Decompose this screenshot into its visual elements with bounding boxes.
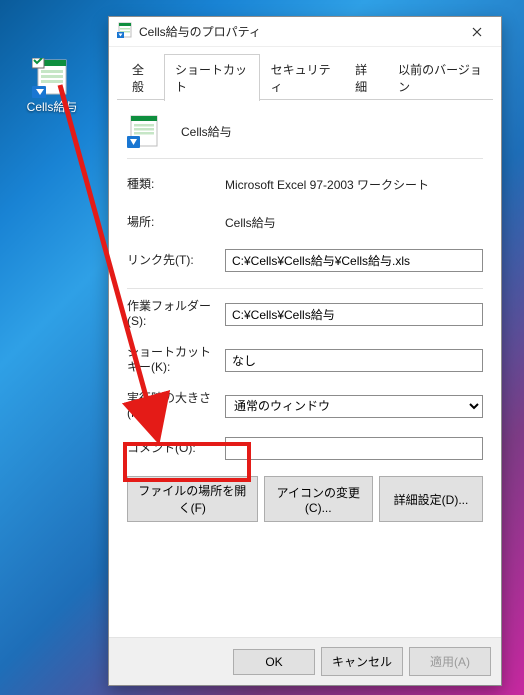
type-label: 種類:: [127, 177, 225, 192]
target-input[interactable]: [225, 249, 483, 272]
tabs: 全般 ショートカット セキュリティ 詳細 以前のバージョン: [109, 47, 501, 100]
location-label: 場所:: [127, 215, 225, 230]
tab-security[interactable]: セキュリティ: [260, 54, 344, 101]
titlebar: Cells給与のプロパティ: [109, 17, 501, 47]
tab-previous-versions[interactable]: 以前のバージョン: [387, 54, 493, 101]
titlebar-file-icon: [117, 22, 133, 41]
tab-shortcut[interactable]: ショートカット: [164, 54, 260, 101]
cancel-button[interactable]: キャンセル: [321, 647, 403, 676]
desktop-shortcut-label: Cells給与: [24, 100, 80, 114]
type-value: Microsoft Excel 97-2003 ワークシート: [225, 176, 429, 193]
startin-input[interactable]: [225, 303, 483, 326]
shortcut-tab-content: Cells給与 種類: Microsoft Excel 97-2003 ワークシ…: [109, 100, 501, 637]
target-label: リンク先(T):: [127, 253, 225, 268]
shortcutkey-label: ショートカット キー(K):: [127, 345, 225, 375]
excel-file-icon: [32, 58, 72, 98]
dialog-title: Cells給与のプロパティ: [139, 23, 457, 40]
comment-input[interactable]: [225, 437, 483, 460]
tab-general[interactable]: 全般: [121, 54, 164, 101]
dialog-footer: OK キャンセル 適用(A): [109, 637, 501, 685]
advanced-button[interactable]: 詳細設定(D)...: [379, 476, 483, 522]
properties-dialog: Cells給与のプロパティ 全般 ショートカット セキュリティ 詳細 以前のバー…: [108, 16, 502, 686]
comment-label: コメント(O):: [127, 441, 225, 456]
run-label: 実行時の大きさ(R):: [127, 391, 225, 421]
apply-button: 適用(A): [409, 647, 491, 676]
startin-label: 作業フォルダー(S):: [127, 299, 225, 329]
tab-details[interactable]: 詳細: [344, 54, 387, 101]
location-value: Cells給与: [225, 214, 276, 231]
run-select[interactable]: 通常のウィンドウ: [225, 395, 483, 418]
open-file-location-button[interactable]: ファイルの場所を開く(F): [127, 476, 258, 522]
app-name-text: Cells給与: [181, 123, 232, 140]
desktop-shortcut-icon[interactable]: Cells給与: [24, 58, 80, 114]
ok-button[interactable]: OK: [233, 649, 315, 675]
change-icon-button[interactable]: アイコンの変更(C)...: [264, 476, 374, 522]
close-button[interactable]: [457, 18, 497, 46]
shortcutkey-input[interactable]: [225, 349, 483, 372]
app-large-icon: [127, 114, 161, 148]
